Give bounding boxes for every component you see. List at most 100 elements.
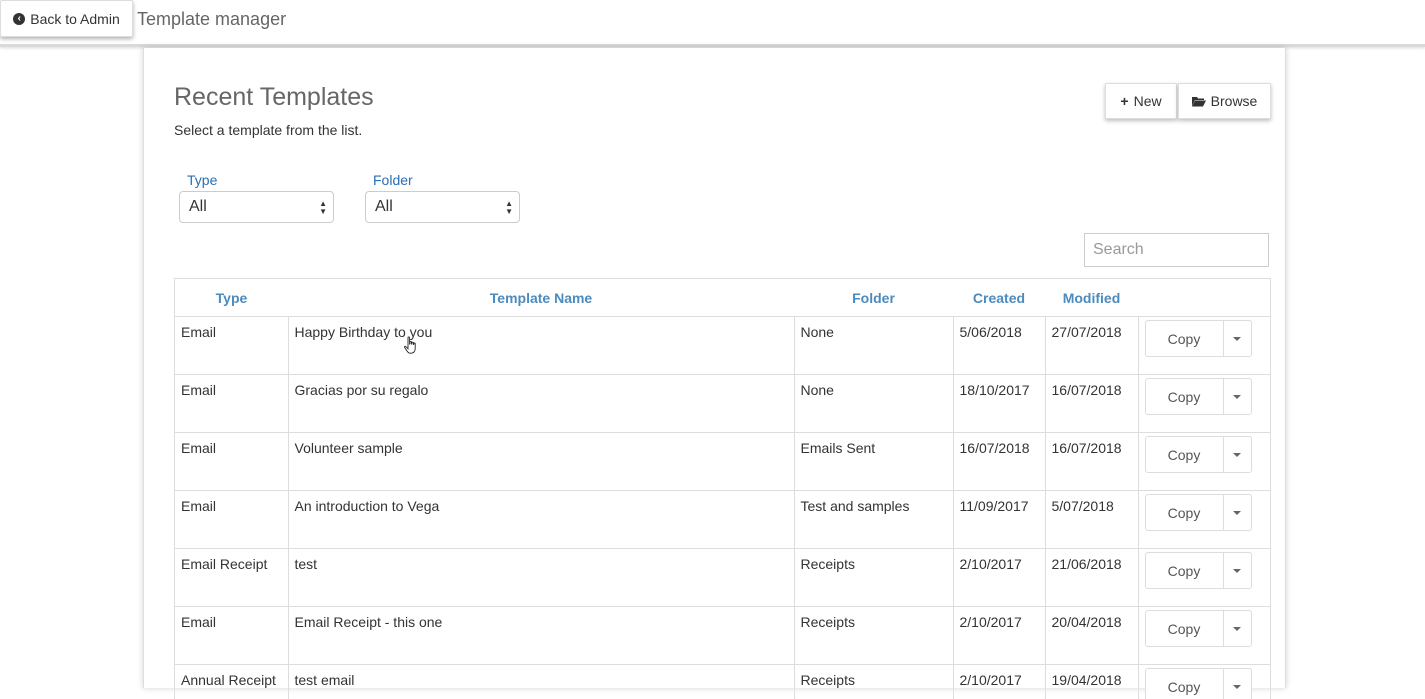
caret-down-icon bbox=[1233, 685, 1241, 689]
action-cell: Copy bbox=[1138, 491, 1270, 549]
copy-button[interactable]: Copy bbox=[1146, 321, 1224, 356]
arrow-circle-left-icon: ‹ bbox=[13, 13, 25, 25]
column-header-created[interactable]: Created bbox=[953, 279, 1045, 317]
copy-button-group: Copy bbox=[1145, 320, 1252, 357]
template-name-cell[interactable]: Happy Birthday to you bbox=[288, 317, 794, 375]
type-cell: Email bbox=[175, 317, 288, 375]
action-cell: Copy bbox=[1138, 549, 1270, 607]
template-name-cell[interactable]: test email bbox=[288, 665, 794, 699]
table-row[interactable]: Email An introduction to Vega Test and s… bbox=[175, 491, 1270, 549]
folder-cell: None bbox=[794, 375, 953, 433]
created-cell: 2/10/2017 bbox=[953, 665, 1045, 699]
copy-button-group: Copy bbox=[1145, 610, 1252, 647]
new-button-label: New bbox=[1134, 93, 1162, 109]
copy-button[interactable]: Copy bbox=[1146, 379, 1224, 414]
copy-button-group: Copy bbox=[1145, 378, 1252, 415]
back-button-label: Back to Admin bbox=[30, 11, 120, 27]
created-cell: 2/10/2017 bbox=[953, 607, 1045, 665]
action-cell: Copy bbox=[1138, 607, 1270, 665]
type-cell: Email bbox=[175, 491, 288, 549]
folder-open-icon bbox=[1192, 96, 1206, 107]
app-title: Template manager bbox=[137, 9, 286, 30]
template-name-cell[interactable]: Gracias por su regalo bbox=[288, 375, 794, 433]
modified-cell: 20/04/2018 bbox=[1045, 607, 1138, 665]
copy-dropdown-toggle[interactable] bbox=[1224, 669, 1251, 699]
caret-down-icon bbox=[1233, 511, 1241, 515]
template-name-cell[interactable]: Volunteer sample bbox=[288, 433, 794, 491]
folder-filter-select[interactable]: All ▲▼ bbox=[365, 191, 520, 223]
table-row[interactable]: Email Gracias por su regalo None 18/10/2… bbox=[175, 375, 1270, 433]
modified-cell: 27/07/2018 bbox=[1045, 317, 1138, 375]
folder-cell: Receipts bbox=[794, 549, 953, 607]
copy-dropdown-toggle[interactable] bbox=[1224, 437, 1251, 472]
type-filter-label: Type bbox=[187, 172, 217, 188]
caret-down-icon bbox=[1233, 569, 1241, 573]
type-cell: Email Receipt bbox=[175, 549, 288, 607]
folder-cell: None bbox=[794, 317, 953, 375]
copy-dropdown-toggle[interactable] bbox=[1224, 611, 1251, 646]
table-row[interactable]: Email Email Receipt - this one Receipts … bbox=[175, 607, 1270, 665]
select-arrows-icon: ▲▼ bbox=[505, 200, 513, 216]
folder-cell: Test and samples bbox=[794, 491, 953, 549]
copy-dropdown-toggle[interactable] bbox=[1224, 495, 1251, 530]
copy-button-group: Copy bbox=[1145, 436, 1252, 473]
action-cell: Copy bbox=[1138, 375, 1270, 433]
action-cell: Copy bbox=[1138, 317, 1270, 375]
created-cell: 5/06/2018 bbox=[953, 317, 1045, 375]
column-header-type[interactable]: Type bbox=[175, 279, 288, 317]
copy-button[interactable]: Copy bbox=[1146, 553, 1224, 588]
folder-filter-label: Folder bbox=[373, 172, 413, 188]
table-row[interactable]: Email Volunteer sample Emails Sent 16/07… bbox=[175, 433, 1270, 491]
column-header-folder[interactable]: Folder bbox=[794, 279, 953, 317]
type-filter-select[interactable]: All ▲▼ bbox=[179, 191, 334, 223]
template-name-cell[interactable]: Email Receipt - this one bbox=[288, 607, 794, 665]
caret-down-icon bbox=[1233, 627, 1241, 631]
copy-button[interactable]: Copy bbox=[1146, 495, 1224, 530]
hand-pointer-icon bbox=[403, 336, 419, 356]
created-cell: 2/10/2017 bbox=[953, 549, 1045, 607]
type-cell: Email bbox=[175, 433, 288, 491]
copy-button-group: Copy bbox=[1145, 494, 1252, 531]
folder-cell: Receipts bbox=[794, 607, 953, 665]
back-to-admin-button[interactable]: ‹ Back to Admin bbox=[0, 0, 133, 37]
column-header-template-name[interactable]: Template Name bbox=[288, 279, 794, 317]
new-template-button[interactable]: + New bbox=[1105, 83, 1177, 119]
copy-button[interactable]: Copy bbox=[1146, 437, 1224, 472]
main-panel: Recent Templates Select a template from … bbox=[143, 48, 1286, 688]
plus-icon: + bbox=[1120, 93, 1128, 109]
table-row[interactable]: Annual Receipt test email Receipts 2/10/… bbox=[175, 665, 1270, 699]
created-cell: 16/07/2018 bbox=[953, 433, 1045, 491]
copy-dropdown-toggle[interactable] bbox=[1224, 379, 1251, 414]
copy-button[interactable]: Copy bbox=[1146, 669, 1224, 699]
copy-dropdown-toggle[interactable] bbox=[1224, 553, 1251, 588]
table-row[interactable]: Email Receipt test Receipts 2/10/2017 21… bbox=[175, 549, 1270, 607]
modified-cell: 21/06/2018 bbox=[1045, 549, 1138, 607]
type-cell: Email bbox=[175, 375, 288, 433]
template-name-cell[interactable]: An introduction to Vega bbox=[288, 491, 794, 549]
folder-cell: Receipts bbox=[794, 665, 953, 699]
select-arrows-icon: ▲▼ bbox=[319, 200, 327, 216]
caret-down-icon bbox=[1233, 395, 1241, 399]
table-row[interactable]: Email Happy Birthday to you None 5/06/20… bbox=[175, 317, 1270, 375]
search-input[interactable] bbox=[1084, 233, 1269, 267]
template-name-cell[interactable]: test bbox=[288, 549, 794, 607]
table-header-row: Type Template Name Folder Created Modifi… bbox=[175, 279, 1270, 317]
created-cell: 11/09/2017 bbox=[953, 491, 1045, 549]
page-title: Recent Templates bbox=[174, 83, 374, 112]
modified-cell: 16/07/2018 bbox=[1045, 375, 1138, 433]
copy-button[interactable]: Copy bbox=[1146, 611, 1224, 646]
column-header-modified[interactable]: Modified bbox=[1045, 279, 1138, 317]
browse-button[interactable]: Browse bbox=[1178, 83, 1271, 119]
created-cell: 18/10/2017 bbox=[953, 375, 1045, 433]
folder-filter-value: All bbox=[375, 198, 393, 216]
action-cell: Copy bbox=[1138, 665, 1270, 699]
modified-cell: 16/07/2018 bbox=[1045, 433, 1138, 491]
caret-down-icon bbox=[1233, 453, 1241, 457]
column-header-actions bbox=[1138, 279, 1270, 317]
page-subtitle: Select a template from the list. bbox=[174, 122, 362, 138]
copy-dropdown-toggle[interactable] bbox=[1224, 321, 1251, 356]
type-cell: Annual Receipt bbox=[175, 665, 288, 699]
modified-cell: 5/07/2018 bbox=[1045, 491, 1138, 549]
copy-button-group: Copy bbox=[1145, 668, 1252, 699]
action-cell: Copy bbox=[1138, 433, 1270, 491]
